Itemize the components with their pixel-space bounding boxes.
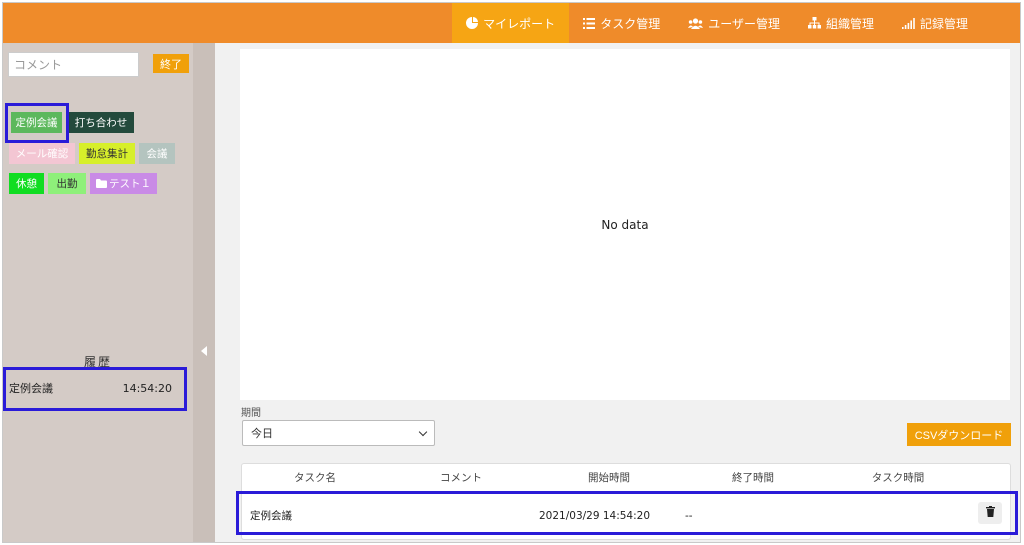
- org-chart-icon: [807, 17, 821, 29]
- csv-download-button[interactable]: CSVダウンロード: [907, 423, 1011, 446]
- column-header-task-name[interactable]: タスク名: [294, 464, 336, 492]
- tag-label: 会議: [146, 148, 168, 160]
- tag-button-attendance-summary[interactable]: 勤怠集計: [79, 143, 135, 164]
- column-header-end-time[interactable]: 終了時間: [732, 464, 774, 492]
- users-icon: [688, 17, 704, 29]
- tag-button-meeting-discussion[interactable]: 打ち合わせ: [68, 112, 134, 133]
- task-table: タスク名 コメント 開始時間 終了時間 タスク時間 定例会議 2021/03/2…: [241, 463, 1012, 540]
- task-sidebar: 終了 定例会議 打ち合わせ メール確認 勤怠集計 会議 休憩 出勤 テスト１ 履…: [3, 43, 193, 542]
- app-window: マイレポート タスク管理 ユーザー管理 組織管理 記録管理 コメント 終了 定例…: [2, 2, 1021, 543]
- collapse-arrow-icon[interactable]: [201, 346, 207, 356]
- tag-label: 勤怠集計: [86, 148, 128, 160]
- tag-label: 打ち合わせ: [74, 117, 128, 129]
- cell-end-time: --: [685, 510, 693, 522]
- nav-org-management[interactable]: 組織管理: [794, 3, 888, 43]
- top-navbar: マイレポート タスク管理 ユーザー管理 組織管理 記録管理: [3, 3, 1020, 43]
- tag-label: 定例会議: [15, 117, 58, 129]
- tag-button-conference[interactable]: 会議: [139, 143, 175, 164]
- nav-my-report[interactable]: マイレポート: [452, 3, 570, 43]
- history-time: 14:54:20: [122, 381, 172, 395]
- main-nav: マイレポート タスク管理 ユーザー管理 組織管理 記録管理: [452, 3, 982, 43]
- comment-input[interactable]: [8, 52, 139, 77]
- report-chart-area: No data: [240, 49, 1010, 400]
- period-label: 期間: [241, 408, 261, 419]
- tag-label: 休憩: [16, 178, 37, 190]
- panel-splitter[interactable]: [193, 43, 215, 542]
- nav-task-management[interactable]: タスク管理: [569, 3, 674, 43]
- table-header: タスク名 コメント 開始時間 終了時間 タスク時間: [242, 464, 1012, 492]
- column-header-start-time[interactable]: 開始時間: [588, 464, 630, 492]
- report-main: No data 期間 今日 CSVダウンロード タスク名 コメント 開始時間 終…: [215, 43, 1020, 542]
- history-item: 定例会議 14:54:20: [6, 368, 186, 408]
- nav-user-management-label: ユーザー管理: [708, 16, 780, 31]
- nav-task-management-label: タスク管理: [600, 16, 661, 31]
- pie-chart-icon: [466, 17, 479, 29]
- no-data-text: No data: [601, 217, 649, 232]
- tag-button-regular-meeting[interactable]: 定例会議: [11, 112, 62, 133]
- bar-signal-icon: [901, 17, 915, 29]
- tag-button-clock-in[interactable]: 出勤: [48, 173, 86, 194]
- cell-start-time: 2021/03/29 14:54:20: [539, 510, 651, 522]
- tag-button-break[interactable]: 休憩: [9, 173, 44, 194]
- delete-row-button[interactable]: [978, 502, 1002, 524]
- history-task: 定例会議: [9, 382, 53, 395]
- tag-label: 出勤: [56, 178, 78, 190]
- period-select[interactable]: 今日: [242, 420, 435, 446]
- nav-org-management-label: 組織管理: [825, 16, 874, 31]
- column-header-task-duration[interactable]: タスク時間: [872, 464, 925, 492]
- end-button[interactable]: 終了: [153, 54, 189, 73]
- tag-label: テスト１: [109, 178, 151, 190]
- period-select-value: 今日: [251, 427, 273, 440]
- nav-my-report-label: マイレポート: [483, 16, 556, 31]
- nav-record-management[interactable]: 記録管理: [888, 3, 982, 43]
- nav-record-management-label: 記録管理: [919, 16, 968, 31]
- tag-label: メール確認: [15, 148, 69, 160]
- trash-icon: [985, 506, 995, 520]
- column-header-comment[interactable]: コメント: [440, 464, 482, 492]
- nav-user-management[interactable]: ユーザー管理: [674, 3, 794, 43]
- chevron-down-icon: [418, 427, 428, 436]
- tag-button-test-folder[interactable]: テスト１: [90, 173, 157, 194]
- folder-icon: [96, 179, 107, 188]
- list-icon: [583, 17, 596, 29]
- cell-task-name: 定例会議: [250, 510, 292, 522]
- tag-button-mail-check[interactable]: メール確認: [9, 143, 75, 164]
